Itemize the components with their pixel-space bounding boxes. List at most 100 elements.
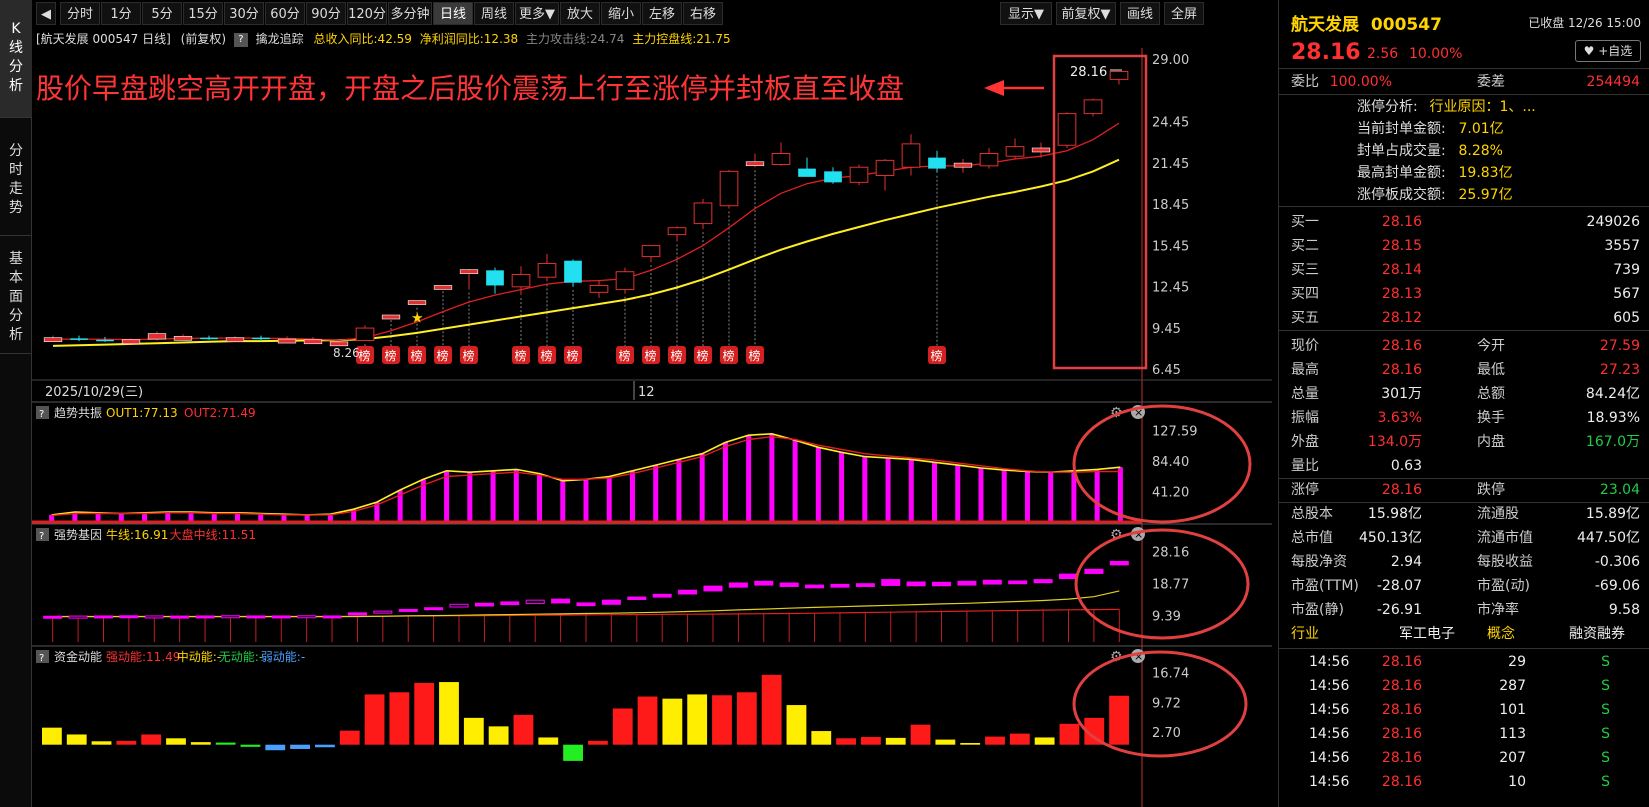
svg-text:榜: 榜 xyxy=(671,348,683,363)
margin-trading-label[interactable]: 融资融券 xyxy=(1569,622,1625,646)
candle[interactable] xyxy=(277,336,297,344)
rank-badge[interactable]: 榜 xyxy=(746,346,764,364)
period-button[interactable]: 右移 xyxy=(683,2,723,25)
candle[interactable] xyxy=(225,336,245,342)
rank-badge[interactable]: 榜 xyxy=(512,346,530,364)
candle[interactable] xyxy=(641,245,661,263)
period-button[interactable]: 更多▼ xyxy=(515,2,559,25)
period-button[interactable]: 90分 xyxy=(306,2,346,25)
period-button[interactable]: 周线 xyxy=(474,2,514,25)
period-button[interactable]: 1分 xyxy=(101,2,141,25)
candle[interactable] xyxy=(303,337,323,345)
candle[interactable] xyxy=(355,325,375,342)
candle[interactable] xyxy=(589,279,609,298)
help-icon[interactable]: ? xyxy=(233,32,248,47)
buy-level-row[interactable]: 买四 28.13 567 xyxy=(1279,282,1649,306)
toolbar-option-button[interactable]: 全屏 xyxy=(1164,2,1204,25)
candle[interactable] xyxy=(1005,138,1025,159)
candle[interactable] xyxy=(43,335,63,342)
rank-badge[interactable]: 榜 xyxy=(616,346,634,364)
buy-level-row[interactable]: 买三 28.14 739 xyxy=(1279,258,1649,282)
chart-area[interactable]: 29.00 24.45 21.45 18.45 15.45 12.45 9.45 6.45 ★ 榜… xyxy=(32,48,1272,807)
buy-level-row[interactable]: 买一 28.16 249026 xyxy=(1279,210,1649,234)
candle[interactable] xyxy=(486,267,504,294)
period-button[interactable]: 15分 xyxy=(183,2,223,25)
candle[interactable] xyxy=(459,268,479,290)
candle[interactable] xyxy=(381,314,401,320)
toolbar-option-button[interactable]: 前复权▼ xyxy=(1056,2,1116,25)
rank-badge[interactable]: 榜 xyxy=(408,346,426,364)
period-button[interactable]: 30分 xyxy=(224,2,264,25)
period-button[interactable]: 5分 xyxy=(142,2,182,25)
rank-badge[interactable]: 榜 xyxy=(460,346,478,364)
period-button[interactable]: 120分 xyxy=(347,2,387,25)
candle[interactable] xyxy=(824,167,842,184)
candle[interactable] xyxy=(537,253,557,282)
industry-concept-row[interactable]: 行业 军工电子 概念 融资融券 xyxy=(1279,622,1649,646)
buy-level-row[interactable]: 买二 28.15 3557 xyxy=(1279,234,1649,258)
gene-box xyxy=(93,615,113,619)
period-button[interactable]: 60分 xyxy=(265,2,305,25)
candle[interactable] xyxy=(875,158,895,191)
rank-badge[interactable]: 榜 xyxy=(928,346,946,364)
trend-bar xyxy=(839,452,845,522)
industry-label[interactable]: 行业 xyxy=(1291,622,1319,646)
candle[interactable] xyxy=(693,198,713,230)
candle[interactable] xyxy=(615,267,635,294)
candle[interactable] xyxy=(173,334,193,341)
candle[interactable] xyxy=(407,300,427,305)
toolbar-option-button[interactable]: 画线 xyxy=(1120,2,1160,25)
candle[interactable] xyxy=(798,157,816,177)
tab-intraday[interactable]: 分时走势 xyxy=(0,118,32,236)
candle[interactable] xyxy=(745,153,765,168)
concept-label[interactable]: 概念 xyxy=(1487,622,1515,646)
candle[interactable] xyxy=(564,259,582,287)
candle[interactable] xyxy=(1109,71,1129,85)
period-button[interactable]: 日线 xyxy=(433,2,473,25)
money-bar xyxy=(910,724,931,745)
candle[interactable] xyxy=(979,147,999,169)
candle[interactable] xyxy=(70,335,88,342)
tab-kline-analysis[interactable]: K线分析 xyxy=(0,0,32,118)
candle[interactable] xyxy=(771,142,791,166)
gene-box xyxy=(982,579,1002,585)
candle[interactable] xyxy=(719,169,739,209)
last-price: 28.16 xyxy=(1291,40,1361,65)
rank-badge[interactable]: 榜 xyxy=(382,346,400,364)
back-icon[interactable]: ◀ xyxy=(36,2,56,25)
kline-chart-svg[interactable]: 29.00 24.45 21.45 18.45 15.45 12.45 9.45 6.45 ★ 榜… xyxy=(32,48,1272,807)
candle[interactable] xyxy=(901,134,921,176)
limit-info-row: 封单占成交量: 8.28% xyxy=(1279,140,1649,162)
period-button[interactable]: 缩小 xyxy=(601,2,641,25)
candle[interactable] xyxy=(667,226,687,242)
rank-badge[interactable]: 榜 xyxy=(720,346,738,364)
money-bar xyxy=(42,727,62,745)
rank-badge[interactable]: 榜 xyxy=(694,346,712,364)
rank-badge[interactable]: 榜 xyxy=(564,346,582,364)
toolbar-option-button[interactable]: 显示▼ xyxy=(1000,2,1052,25)
candle[interactable] xyxy=(1057,112,1077,148)
candle[interactable] xyxy=(953,158,973,173)
gene-box xyxy=(144,615,164,619)
candle[interactable] xyxy=(1083,98,1103,117)
rank-badge[interactable]: 榜 xyxy=(642,346,660,364)
candle[interactable] xyxy=(928,150,946,173)
add-watchlist-button[interactable]: ♥ +自选 xyxy=(1575,40,1641,62)
buy-level-row[interactable]: 买五 28.12 605 xyxy=(1279,306,1649,330)
rank-badge[interactable]: 榜 xyxy=(668,346,686,364)
trend-bar xyxy=(1001,470,1007,522)
candle[interactable] xyxy=(433,285,453,290)
period-button[interactable]: 放大 xyxy=(560,2,600,25)
rank-badge[interactable]: 榜 xyxy=(434,346,452,364)
tab-fundamentals[interactable]: 基本面分析 xyxy=(0,236,32,354)
period-button[interactable]: 左移 xyxy=(642,2,682,25)
rank-badge[interactable]: 榜 xyxy=(538,346,556,364)
industry-value[interactable]: 军工电子 xyxy=(1399,622,1455,646)
candle[interactable] xyxy=(200,335,218,340)
candle[interactable] xyxy=(849,164,869,186)
period-button[interactable]: 分时 xyxy=(60,2,100,25)
candle[interactable] xyxy=(147,331,167,341)
period-button[interactable]: 多分钟 xyxy=(388,2,432,25)
stat-label: 换手 xyxy=(1477,410,1505,426)
indicator-name[interactable]: 擒龙追踪 xyxy=(256,32,304,46)
